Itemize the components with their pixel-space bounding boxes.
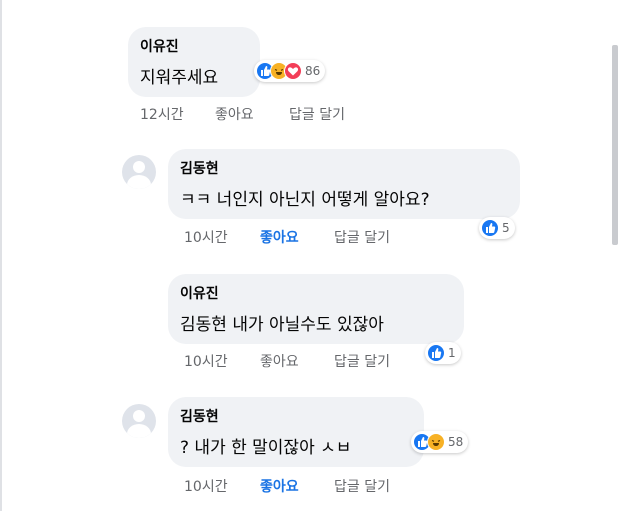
comment-text: ㅋㅋ 너인지 아닌지 어떻게 알아요? bbox=[180, 190, 430, 210]
comment-author[interactable]: 이유진 bbox=[180, 283, 219, 303]
comment-author[interactable]: 김동현 bbox=[180, 158, 219, 178]
avatar-placeholder-icon[interactable] bbox=[122, 404, 156, 438]
comment-text: ? 내가 한 말이잖아 ㅅㅂ bbox=[180, 438, 352, 458]
comment-author[interactable]: 김동현 bbox=[180, 406, 219, 426]
reaction-summary[interactable]: 5 bbox=[479, 217, 515, 239]
reaction-count: 1 bbox=[448, 346, 456, 360]
scrollbar[interactable] bbox=[612, 45, 618, 245]
comment-time[interactable]: 10시간 bbox=[184, 476, 228, 496]
reaction-summary[interactable]: 58 bbox=[411, 431, 469, 453]
love-reaction-icon bbox=[284, 62, 302, 80]
reaction-summary[interactable]: 1 bbox=[425, 342, 461, 364]
like-link[interactable]: 좋아요 bbox=[260, 227, 299, 247]
like-link[interactable]: 좋아요 bbox=[260, 351, 299, 371]
comment-text: 지워주세요 bbox=[140, 68, 219, 88]
reply-link[interactable]: 답글 달기 bbox=[334, 476, 390, 496]
avatar-placeholder-icon[interactable] bbox=[122, 155, 156, 189]
comment-bubble: 김동현 ㅋㅋ 너인지 아닌지 어떻게 알아요? bbox=[168, 149, 520, 219]
comment-time[interactable]: 12시간 bbox=[140, 104, 184, 124]
comment-time[interactable]: 10시간 bbox=[184, 227, 228, 247]
comment-time[interactable]: 10시간 bbox=[184, 351, 228, 371]
reaction-count: 58 bbox=[448, 435, 464, 449]
comment-bubble: 김동현 ? 내가 한 말이잖아 ㅅㅂ bbox=[168, 397, 424, 467]
reaction-summary[interactable]: 86 bbox=[254, 60, 326, 82]
reaction-count: 86 bbox=[305, 64, 321, 78]
comment-author[interactable]: 이유진 bbox=[140, 36, 179, 56]
reaction-count: 5 bbox=[502, 221, 510, 235]
like-link[interactable]: 좋아요 bbox=[215, 104, 254, 124]
reply-link[interactable]: 답글 달기 bbox=[334, 227, 390, 247]
like-reaction-icon bbox=[427, 344, 445, 362]
reply-link[interactable]: 답글 달기 bbox=[289, 104, 345, 124]
like-reaction-icon bbox=[481, 219, 499, 237]
like-link[interactable]: 좋아요 bbox=[260, 476, 299, 496]
haha-reaction-icon bbox=[427, 433, 445, 451]
reply-link[interactable]: 답글 달기 bbox=[334, 351, 390, 371]
left-border bbox=[0, 0, 2, 511]
comment-bubble: 이유진 지워주세요 bbox=[128, 27, 260, 97]
comment-text: 김동현 내가 아닐수도 있잖아 bbox=[180, 315, 384, 335]
comment-bubble: 이유진 김동현 내가 아닐수도 있잖아 bbox=[168, 274, 464, 344]
